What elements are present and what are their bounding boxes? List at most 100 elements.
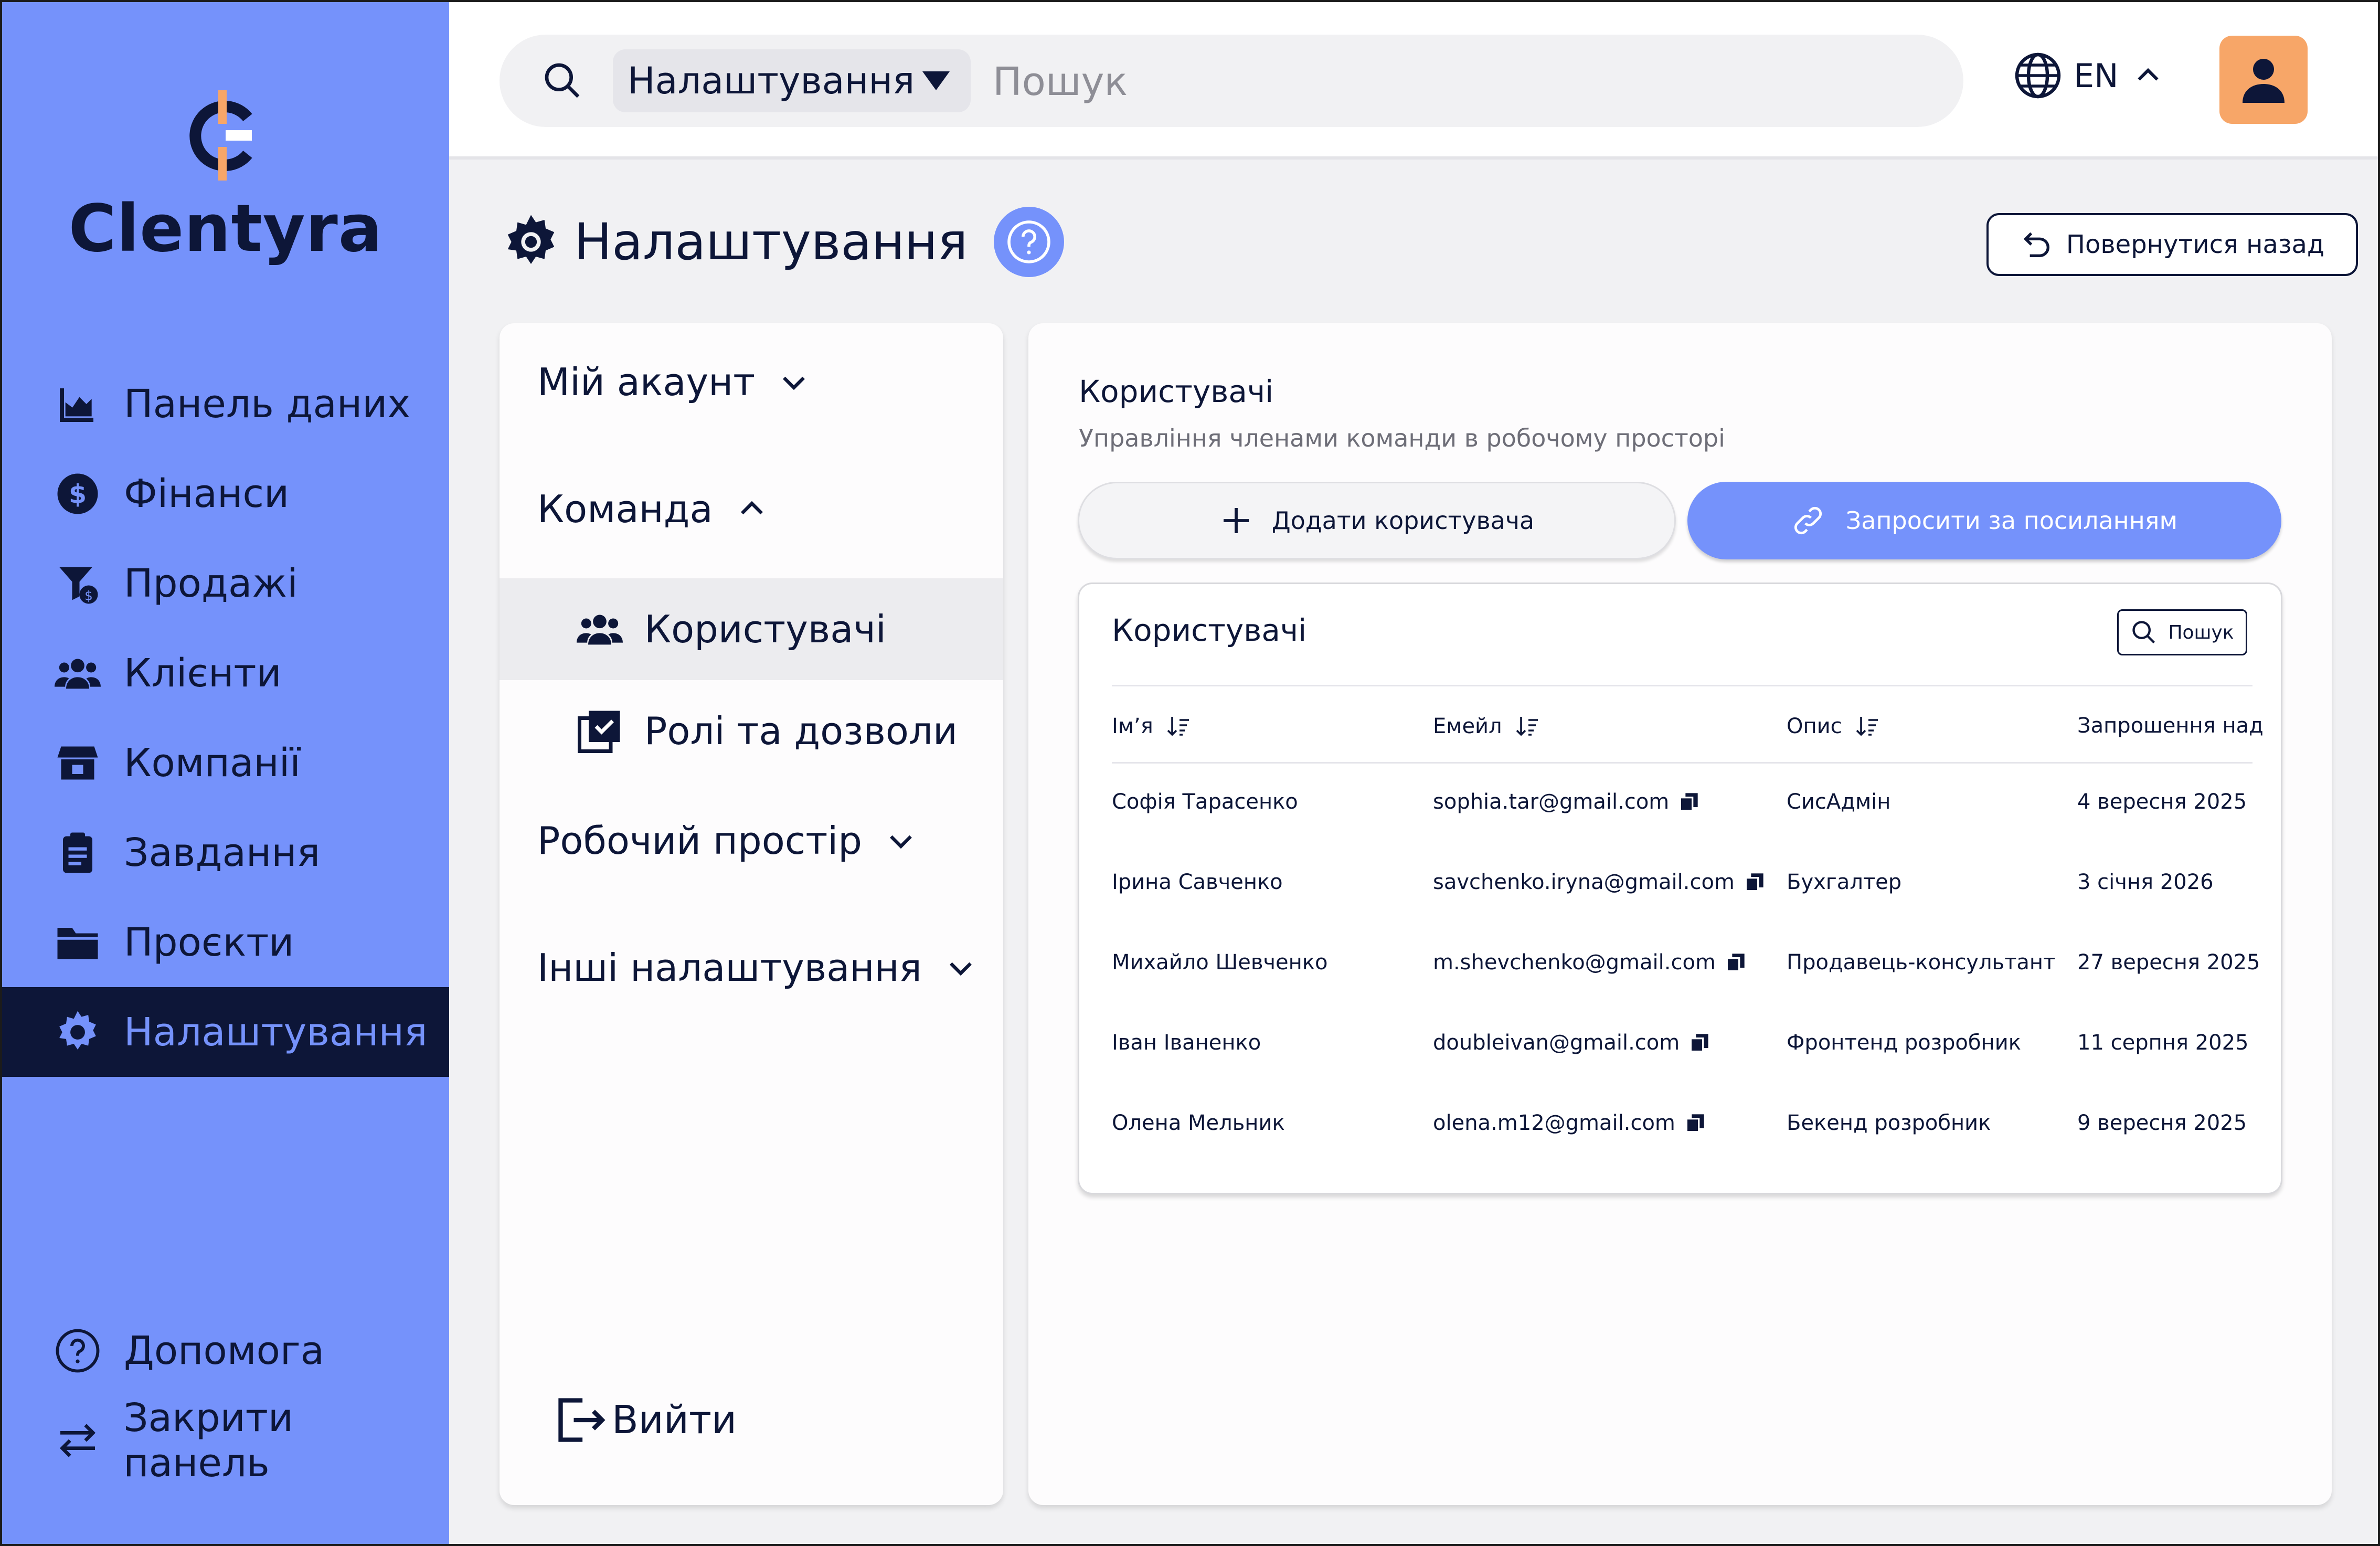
section-label: Команда (537, 487, 713, 531)
sidebar-item-companies[interactable]: Компанії (2, 718, 449, 808)
section-workspace[interactable]: Робочий простір (537, 819, 918, 863)
cell-email: olena.m12@gmail.com (1433, 1111, 1706, 1135)
add-user-button[interactable]: Додати користувача (1078, 482, 1676, 559)
sidebar-item-collapse[interactable]: Закрити панель (2, 1395, 449, 1486)
folder-icon (52, 917, 103, 968)
settings-item-label: Користувачі (644, 607, 886, 651)
funnel-dollar-icon: $ (52, 558, 103, 609)
section-label: Інші налаштування (537, 946, 922, 990)
language-selector[interactable]: EN (2013, 50, 2164, 101)
sidebar-item-projects[interactable]: Проєкти (2, 897, 449, 987)
section-label: Мій акаунт (537, 360, 756, 404)
table-title: Користувачі (1112, 612, 1307, 648)
user-icon (2243, 59, 2285, 103)
section-team[interactable]: Команда (537, 487, 769, 531)
gear-icon (507, 215, 555, 264)
question-circle-icon (52, 1326, 103, 1376)
chevron-up-icon (2137, 68, 2159, 81)
help-button[interactable] (994, 207, 1065, 277)
table-search-button[interactable]: Пошук (2117, 609, 2247, 655)
column-label: Емейл (1433, 714, 1502, 738)
sidebar-item-help[interactable]: Допомога (2, 1306, 449, 1395)
clipboard-list-icon (52, 828, 103, 878)
table-row[interactable]: Михайло Шевченко m.shevchenko@gmail.com … (1112, 924, 2260, 1004)
table-row[interactable]: Іван Іваненко doubleivan@gmail.com Фронт… (1112, 1004, 2252, 1085)
chevron-down-icon (890, 835, 912, 849)
app-window: Clentyra Панель даних $ Фінанси $ Продаж… (0, 0, 2380, 1546)
cell-invited: 3 січня 2026 (2077, 870, 2214, 894)
caret-down-icon (922, 71, 950, 90)
column-header-description[interactable]: Опис (1787, 714, 1880, 739)
table-row[interactable]: Ірина Савченко savchenko.iryna@gmail.com… (1112, 844, 2252, 924)
copy-icon[interactable] (1678, 791, 1699, 812)
sort-icon (1167, 717, 1189, 736)
table-row[interactable]: Софія Тарасенко sophia.tar@gmail.com Сис… (1112, 764, 2252, 844)
sidebar: Clentyra Панель даних $ Фінанси $ Продаж… (2, 2, 449, 1544)
section-other-settings[interactable]: Інші налаштування (537, 946, 978, 990)
cell-description: Бухгалтер (1787, 870, 1902, 894)
question-circle-icon (1007, 220, 1051, 263)
search-scope-dropdown[interactable]: Налаштування (613, 49, 971, 112)
email-text: olena.m12@gmail.com (1433, 1111, 1675, 1135)
logout-icon (558, 1398, 605, 1442)
top-bar: Налаштування EN (449, 2, 2378, 160)
cell-name: Софія Тарасенко (1112, 790, 1298, 814)
search-icon[interactable] (541, 60, 583, 102)
email-text: m.shevchenko@gmail.com (1433, 950, 1716, 975)
users-panel: Користувачі Управління членами команди в… (1028, 323, 2332, 1505)
section-my-account[interactable]: Мій акаунт (537, 360, 811, 404)
sidebar-item-settings[interactable]: Налаштування (2, 987, 449, 1077)
sort-icon (1856, 717, 1878, 736)
email-text: sophia.tar@gmail.com (1433, 790, 1670, 814)
link-icon (1794, 506, 1822, 535)
avatar[interactable] (2219, 36, 2308, 124)
chevron-down-icon (949, 962, 972, 976)
sidebar-item-clients[interactable]: Клієнти (2, 628, 449, 718)
back-button[interactable]: Повернутися назад (1986, 213, 2358, 276)
logo: Clentyra (2, 81, 449, 267)
sidebar-item-label: Завдання (124, 830, 321, 875)
cell-email: sophia.tar@gmail.com (1433, 790, 1699, 814)
chart-area-icon (52, 379, 103, 429)
cell-description: СисАдмін (1787, 790, 1891, 814)
cell-description: Продавець-консультант (1787, 950, 2056, 975)
section-label: Робочий простір (537, 819, 862, 863)
cell-name: Ірина Савченко (1112, 870, 1283, 894)
copy-icon[interactable] (1685, 1113, 1706, 1134)
copy-icon[interactable] (1689, 1032, 1710, 1053)
table-header: Ім’я Емейл Опис Запрошення над (1112, 685, 2264, 764)
sidebar-bottom: Допомога Закрити панель (2, 1306, 449, 1486)
table-row[interactable]: Олена Мельник olena.m12@gmail.com Бекенд… (1112, 1085, 2252, 1165)
sidebar-item-label: Панель даних (124, 381, 411, 427)
cell-name: Іван Іваненко (1112, 1031, 1261, 1055)
sidebar-item-label: Продажі (124, 560, 298, 606)
settings-item-users[interactable]: Користувачі (500, 578, 1003, 680)
chevron-up-icon (740, 501, 763, 515)
cell-description: Бекенд розробник (1787, 1111, 1991, 1135)
users-icon (52, 648, 103, 698)
logout-button[interactable]: Вийти (554, 1394, 737, 1446)
sidebar-item-tasks[interactable]: Завдання (2, 808, 449, 897)
column-header-invited[interactable]: Запрошення над (2077, 714, 2264, 738)
search-input[interactable] (993, 50, 1885, 113)
cell-email: m.shevchenko@gmail.com (1433, 950, 1746, 975)
sidebar-item-sales[interactable]: $ Продажі (2, 538, 449, 628)
sidebar-item-label: Допомога (124, 1328, 325, 1373)
svg-text:$: $ (69, 479, 87, 509)
invite-link-button[interactable]: Запросити за посиланням (1687, 482, 2281, 559)
sidebar-item-finance[interactable]: $ Фінанси (2, 449, 449, 538)
cell-name: Олена Мельник (1112, 1111, 1285, 1135)
column-header-email[interactable]: Емейл (1433, 714, 1540, 739)
checkbox-stack-icon (574, 705, 625, 757)
section-subtitle: Управління членами команди в робочому пр… (1079, 424, 1725, 452)
settings-item-roles[interactable]: Ролі та дозволи (500, 680, 1003, 782)
sidebar-item-label: Налаштування (124, 1009, 428, 1055)
copy-icon[interactable] (1744, 872, 1765, 893)
chevron-down-icon (783, 376, 805, 390)
cell-description: Фронтенд розробник (1787, 1031, 2021, 1055)
copy-icon[interactable] (1725, 952, 1746, 973)
globe-icon (2015, 52, 2061, 99)
sidebar-item-dashboard[interactable]: Панель даних (2, 359, 449, 449)
invite-link-label: Запросити за посиланням (1845, 506, 2178, 535)
column-header-name[interactable]: Ім’я (1112, 714, 1191, 739)
